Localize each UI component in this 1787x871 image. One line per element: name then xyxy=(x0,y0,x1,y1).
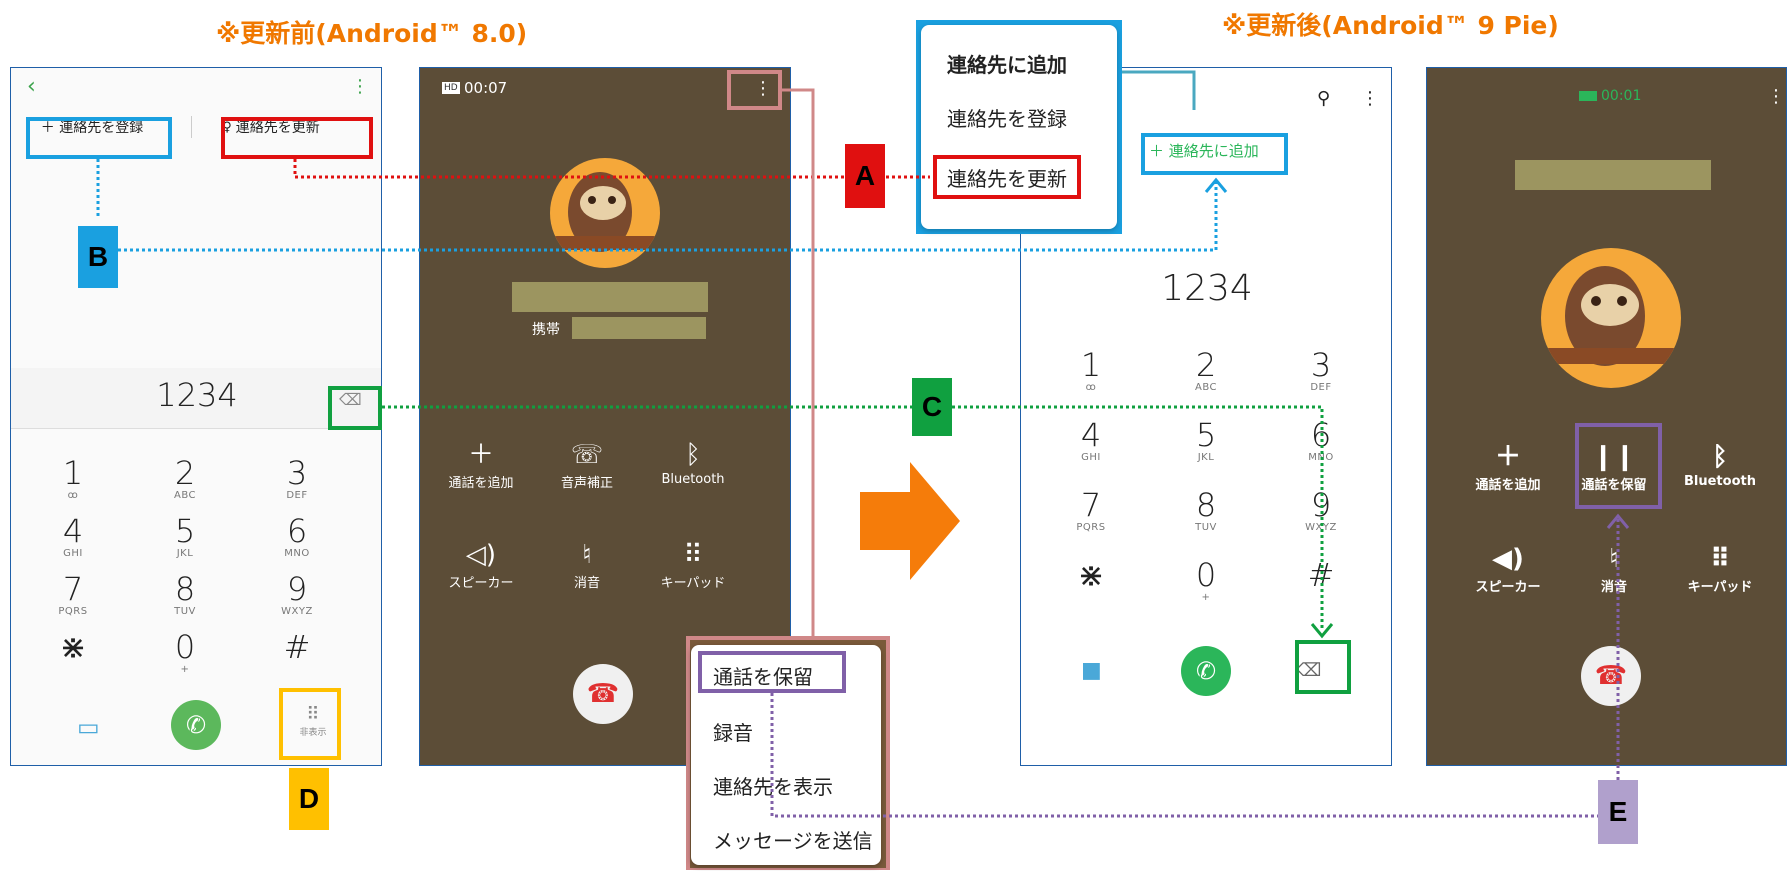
label-b: B xyxy=(78,226,118,288)
connector-lines xyxy=(96,70,1630,818)
label-a: A xyxy=(845,144,885,208)
connector-popup xyxy=(1122,70,1196,110)
connector-e-left xyxy=(770,693,1606,818)
label-d: D xyxy=(289,768,329,830)
connector-menu xyxy=(782,88,815,636)
connector-c xyxy=(952,405,1324,630)
connector-b xyxy=(118,180,1218,252)
connector-a xyxy=(293,159,845,179)
label-e: E xyxy=(1598,780,1638,844)
label-c: C xyxy=(912,378,952,436)
